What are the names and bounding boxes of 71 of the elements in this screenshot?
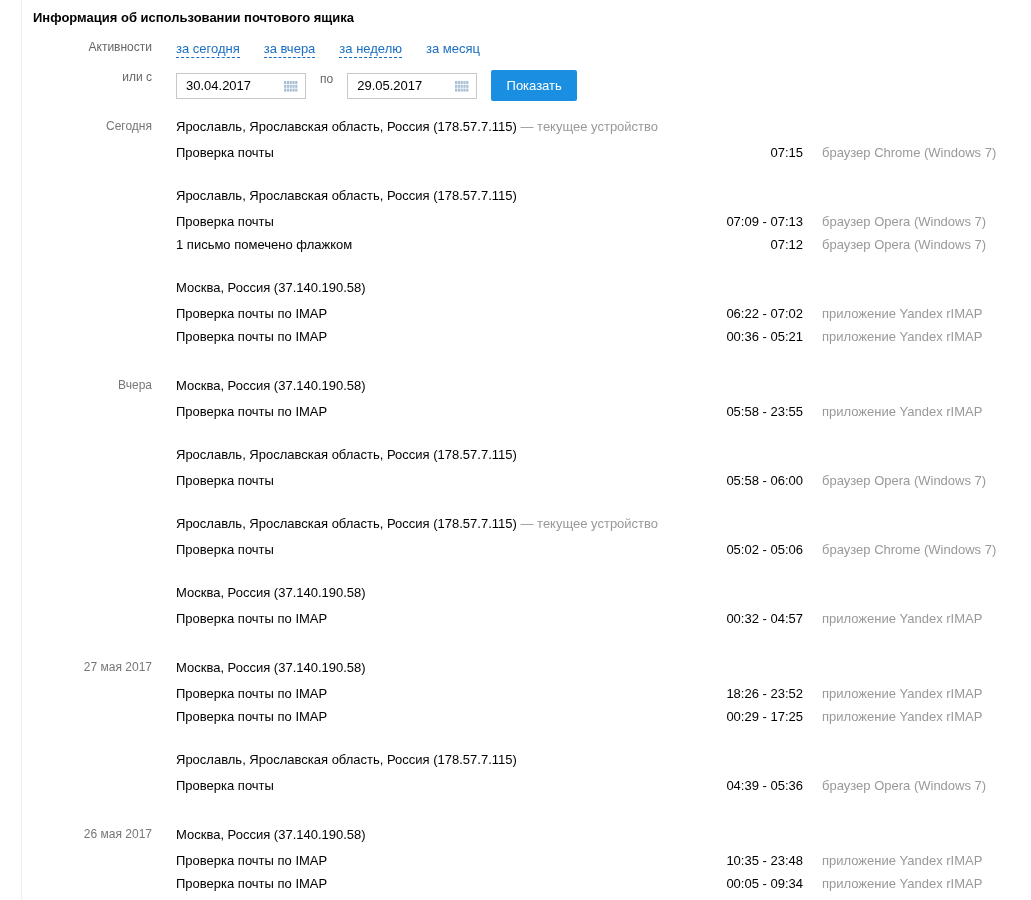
location-text: Ярославль, Ярославская область, Россия (178.57.7.115): [176, 188, 517, 203]
location-text: Ярославль, Ярославская область, Россия (178.57.7.115): [176, 752, 517, 767]
client-text: приложение Yandex rIMAP: [822, 686, 983, 701]
client-text: приложение Yandex rIMAP: [822, 611, 983, 626]
time-text: 07:12: [770, 237, 803, 252]
day-label: 27 мая 2017: [82, 659, 152, 676]
time-text: 05:02 - 05:06: [726, 542, 803, 557]
time-text: 10:35 - 23:48: [726, 853, 803, 868]
time-text: 06:22 - 07:02: [726, 306, 803, 321]
time-text: 05:58 - 23:55: [726, 404, 803, 419]
device-note: — текущее устройство: [520, 119, 659, 134]
activity-text: Проверка почты по IMAP: [176, 709, 328, 724]
activity-text: Проверка почты по IMAP: [176, 611, 328, 626]
client-text: приложение Yandex rIMAP: [822, 404, 983, 419]
period-link[interactable]: за вчера: [263, 40, 316, 58]
time-text: 18:26 - 23:52: [726, 686, 803, 701]
range-label: или с: [121, 70, 152, 84]
client-text: браузер Opera (Windows 7): [822, 214, 987, 229]
activity-text: Проверка почты по IMAP: [176, 686, 328, 701]
client-text: приложение Yandex rIMAP: [822, 329, 983, 344]
time-text: 00:32 - 04:57: [726, 611, 803, 626]
calendar-icon[interactable]: [284, 80, 298, 92]
location-text: Москва, Россия (37.140.190.58): [176, 378, 366, 393]
calendar-icon[interactable]: [455, 80, 470, 92]
client-text: приложение Yandex rIMAP: [822, 306, 983, 321]
time-text: 05:58 - 06:00: [726, 473, 803, 488]
time-text: 07:09 - 07:13: [726, 214, 803, 229]
activity-text: 1 письмо помечено флажком: [176, 237, 353, 252]
activity-label: Активности: [87, 40, 152, 54]
client-text: браузер Chrome (Windows 7): [822, 542, 997, 557]
device-note: — текущее устройство: [520, 516, 659, 531]
activity-text: Проверка почты по IMAP: [176, 329, 328, 344]
day-label: Сегодня: [105, 118, 152, 135]
time-text: 00:29 - 17:25: [726, 709, 803, 724]
period-link[interactable]: за неделю: [339, 40, 402, 58]
date-to-field[interactable]: 29.05.2017: [347, 72, 478, 99]
show-button[interactable]: Показать: [491, 70, 578, 101]
location-text: Москва, Россия (37.140.190.58): [176, 585, 366, 600]
activity-text: Проверка почты по IMAP: [176, 853, 328, 868]
client-text: приложение Yandex rIMAP: [822, 876, 983, 891]
activity-text: Проверка почты: [176, 214, 274, 229]
client-text: браузер Chrome (Windows 7): [822, 145, 997, 160]
client-text: приложение Yandex rIMAP: [822, 853, 983, 868]
activity-text: Проверка почты: [176, 778, 274, 793]
client-text: браузер Opera (Windows 7): [822, 237, 987, 252]
location-text: Москва, Россия (37.140.190.58): [176, 660, 366, 675]
day-label: 26 мая 2017: [82, 826, 152, 843]
activity-text: Проверка почты по IMAP: [176, 306, 328, 321]
location-text: Москва, Россия (37.140.190.58): [176, 280, 366, 295]
period-link[interactable]: за месяц: [426, 40, 480, 58]
activity-text: Проверка почты по IMAP: [176, 404, 328, 419]
time-text: 07:15: [770, 145, 803, 160]
location-text: Ярославль, Ярославская область, Россия (178.57.7.115): [176, 119, 517, 134]
client-text: браузер Opera (Windows 7): [822, 778, 987, 793]
location-text: Ярославль, Ярославская область, Россия (178.57.7.115): [176, 447, 517, 462]
location-text: Ярославль, Ярославская область, Россия (178.57.7.115): [176, 516, 517, 531]
client-text: приложение Yandex rIMAP: [822, 709, 983, 724]
location-text: Москва, Россия (37.140.190.58): [176, 827, 366, 842]
period-link[interactable]: за сегодня: [176, 40, 240, 58]
activity-text: Проверка почты: [176, 542, 274, 557]
activity-text: Проверка почты по IMAP: [176, 876, 328, 891]
time-text: 00:36 - 05:21: [726, 329, 803, 344]
to-label: по: [320, 72, 334, 86]
activity-text: Проверка почты: [176, 145, 274, 160]
page-title: Информация об использовании почтового ящика: [33, 9, 356, 27]
client-text: браузер Opera (Windows 7): [822, 473, 987, 488]
day-label: Вчера: [117, 377, 152, 394]
activity-text: Проверка почты: [176, 473, 274, 488]
date-from-field[interactable]: 30.04.2017: [176, 72, 306, 99]
time-text: 04:39 - 05:36: [726, 778, 803, 793]
time-text: 00:05 - 09:34: [726, 876, 803, 891]
